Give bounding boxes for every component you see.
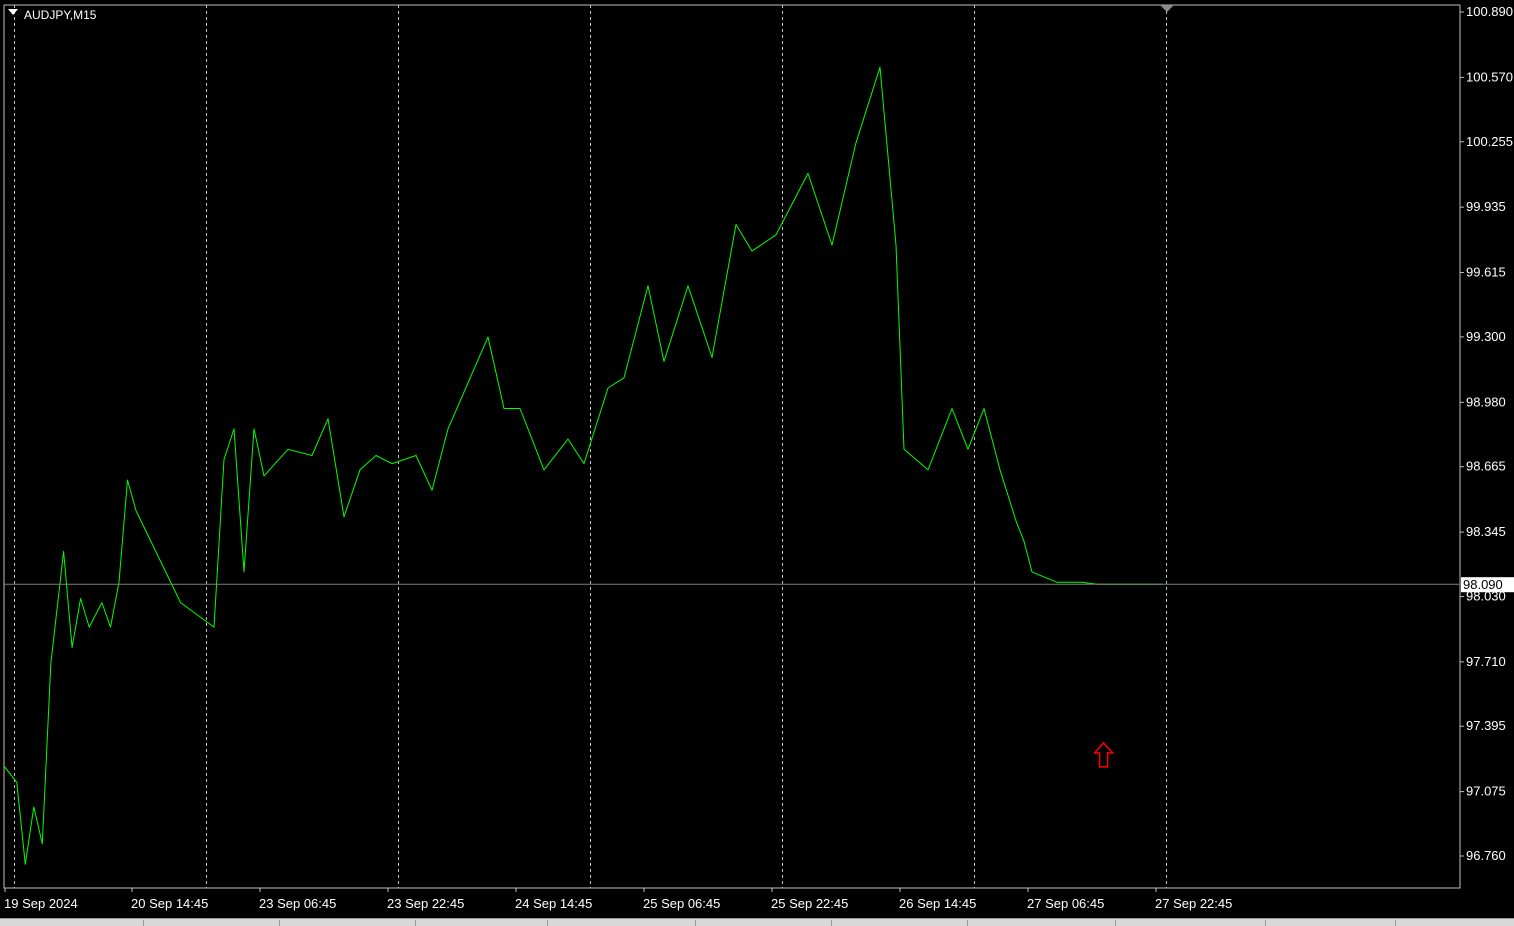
price-series-layer: [3, 66, 1163, 865]
tab-separator: [967, 920, 968, 926]
price-axis[interactable]: 100.890 100.570 100.255 99.935 99.615 99.300 9…: [1460, 4, 1513, 863]
price-axis-label: 98.980: [1466, 394, 1506, 409]
time-axis-label: 25 Sep 06:45: [643, 896, 720, 911]
chart-window[interactable]: 98.090 100.890 100.570 100.255 99.935 99.615…: [0, 0, 1514, 926]
chart-shift-marker-icon[interactable]: [1160, 5, 1174, 12]
time-axis[interactable]: 19 Sep 2024 20 Sep 14:45 23 Sep 06:45 23 Se…: [4, 888, 1232, 911]
time-axis-label: 26 Sep 14:45: [899, 896, 976, 911]
symbol-timeframe-label: AUDJPY,M15: [24, 8, 97, 22]
price-axis-label: 100.570: [1466, 69, 1513, 84]
tab-separator: [1395, 920, 1396, 926]
price-axis-label: 96.760: [1466, 848, 1506, 863]
price-axis-label: 98.030: [1466, 588, 1506, 603]
tab-separator: [1115, 920, 1116, 926]
tab-separator: [415, 920, 416, 926]
time-axis-label: 27 Sep 06:45: [1027, 896, 1104, 911]
price-axis-label: 99.300: [1466, 329, 1506, 344]
tab-separator: [831, 920, 832, 926]
time-axis-label: 24 Sep 14:45: [515, 896, 592, 911]
red-up-arrow-icon[interactable]: [1092, 741, 1115, 768]
chart-plot[interactable]: 98.090 100.890 100.570 100.255 99.935 99.615…: [0, 0, 1514, 925]
price-axis-label: 98.345: [1466, 524, 1506, 539]
price-axis-label: 97.395: [1466, 718, 1506, 733]
price-axis-label: 100.255: [1466, 134, 1513, 149]
time-axis-label: 27 Sep 22:45: [1155, 896, 1232, 911]
price-axis-label: 99.935: [1466, 199, 1506, 214]
time-axis-label: 23 Sep 06:45: [259, 896, 336, 911]
price-axis-label: 97.075: [1466, 784, 1506, 799]
time-axis-label: 19 Sep 2024: [4, 896, 78, 911]
tab-separator: [695, 920, 696, 926]
price-axis-label: 100.890: [1466, 4, 1513, 19]
plot-frame: [3, 4, 1461, 889]
time-axis-label: 25 Sep 22:45: [771, 896, 848, 911]
current-price-layer: 98.090: [4, 577, 1514, 593]
price-axis-label: 97.710: [1466, 654, 1506, 669]
tab-separator: [547, 920, 548, 926]
price-line: [3, 66, 1163, 865]
chart-menu-toggle-icon[interactable]: [8, 9, 18, 15]
price-axis-label: 99.615: [1466, 265, 1506, 280]
tab-separator: [143, 920, 144, 926]
time-axis-label: 23 Sep 22:45: [387, 896, 464, 911]
marker-layer: [1092, 741, 1115, 768]
tab-separator: [279, 920, 280, 926]
price-axis-label: 98.665: [1466, 459, 1506, 474]
time-axis-label: 20 Sep 14:45: [131, 896, 208, 911]
tab-separator: [1265, 920, 1266, 926]
